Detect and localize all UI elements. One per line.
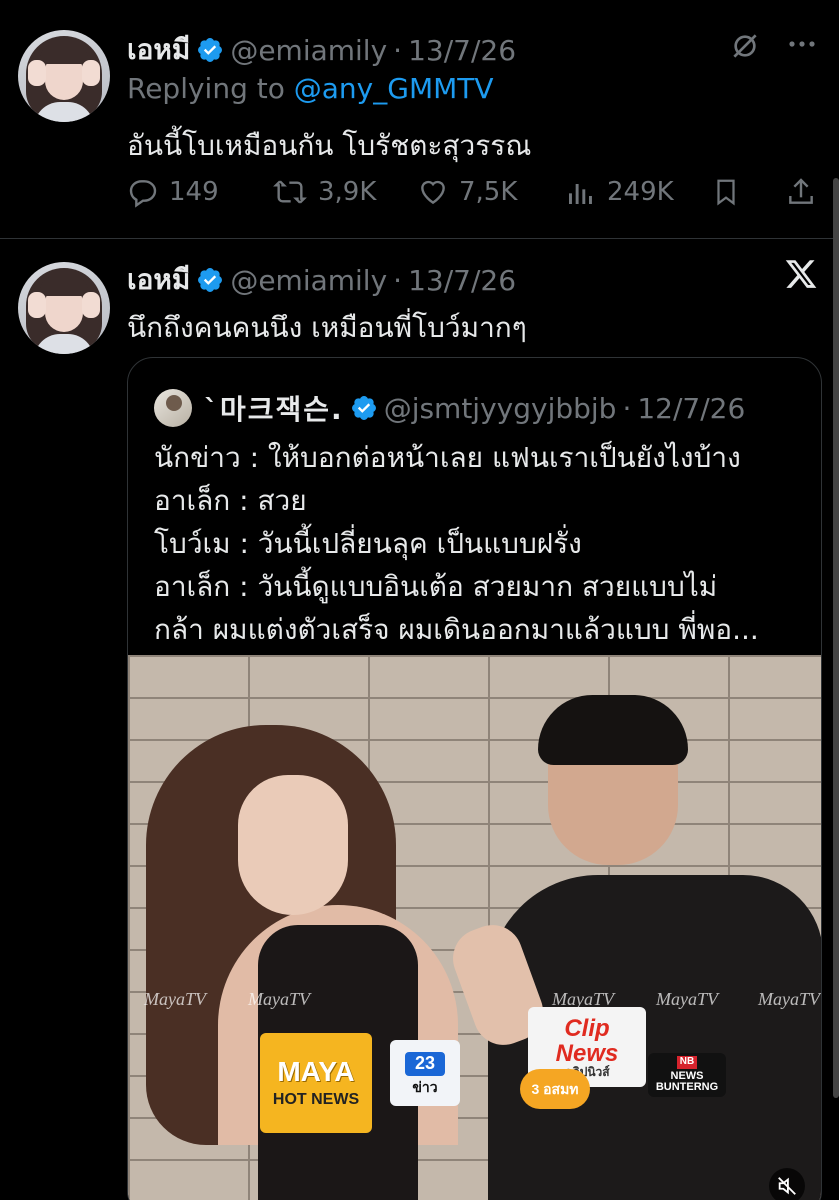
replying-prefix: Replying to <box>127 72 294 105</box>
grok-icon[interactable] <box>729 30 761 66</box>
views-icon <box>569 184 592 204</box>
quote-text: นักข่าว : ให้บอกต่อหน้าเลย แฟนเราเป็นยัง… <box>154 436 759 651</box>
tweet-text: นึกถึงคนคนนึง เหมือนพี่โบว์มากๆ <box>127 311 527 344</box>
mic-maya-label: HOT NEWS <box>272 1091 360 1109</box>
watermark: MayaTV <box>144 989 206 1009</box>
verified-badge-icon <box>350 394 378 422</box>
reply-button[interactable]: 149 <box>127 176 219 208</box>
separator: · <box>622 391 632 425</box>
mic-maya-logo: MAYA <box>277 1055 355 1087</box>
views-count: 249K <box>607 177 674 207</box>
heart-icon <box>421 180 445 205</box>
muted-speaker-icon <box>778 1177 796 1195</box>
mic-flag-23: 23 ข่าว <box>390 1040 460 1106</box>
quote-line: อาเล็ก : สวย <box>154 484 307 517</box>
mic-flag-ch3: 3 อสมท <box>520 1069 590 1109</box>
verified-badge-icon <box>196 36 224 64</box>
bookmark-button[interactable] <box>711 176 741 208</box>
quote-line: อาเล็ก : วันนี้ดูแบบอินเต้อ สวยมาก สวยแบ… <box>154 570 718 603</box>
photo-woman-face <box>238 775 348 915</box>
reply-icon <box>129 180 157 208</box>
mic-clip-mid: News <box>555 1039 619 1067</box>
watermark: MayaTV <box>656 989 718 1009</box>
replying-to: Replying to @any_GMMTV <box>127 72 494 105</box>
views-button[interactable]: 249K <box>565 176 674 208</box>
repost-icon <box>273 180 307 204</box>
tweet-header: เอหมี @emiamily · 13/7/26 <box>127 28 516 72</box>
quote-header: `마크잭슨. @jsmtjyygyjbbjb · 12/7/26 <box>154 388 745 428</box>
quote-handle[interactable]: @jsmtjyygyjbbjb <box>384 392 617 425</box>
tweet-date[interactable]: 13/7/26 <box>408 264 516 297</box>
tweet-header: เอหมี @emiamily · 13/7/26 <box>127 258 516 302</box>
quote-display-name[interactable]: `마크잭슨. <box>204 388 344 428</box>
quote-line: นักข่าว : ให้บอกต่อหน้าเลย แฟนเราเป็นยัง… <box>154 441 741 474</box>
verified-badge-icon <box>196 266 224 294</box>
quoted-tweet[interactable]: `마크잭슨. @jsmtjyygyjbbjb · 12/7/26 นักข่าว… <box>127 357 822 1200</box>
mic-nb-text: NEWS BUNTERNG <box>655 1069 719 1094</box>
tweet-text: อันนี้โบเหมือนกัน โบรัชตะสุวรรณ <box>127 129 532 162</box>
mention-link[interactable]: @any_GMMTV <box>294 72 494 105</box>
tweet-date[interactable]: 13/7/26 <box>408 34 516 67</box>
action-bar: 149 3,9K 7,5K 249K <box>127 170 827 218</box>
like-count: 7,5K <box>459 177 518 207</box>
reply-tweet: เอหมี @emiamily · 13/7/26 Replying to @a… <box>0 0 839 238</box>
quote-video[interactable]: MayaTV MayaTV MayaTV MayaTV MayaTV MAYA … <box>128 655 821 1200</box>
reply-count: 149 <box>169 177 219 207</box>
quote-line: โบว์เม : วันนี้เปลี่ยนลุค เป็นแบบฝรั่ง <box>154 527 582 560</box>
mute-button[interactable] <box>769 1168 805 1200</box>
more-options-icon[interactable] <box>787 34 817 53</box>
quote-avatar[interactable] <box>154 389 192 427</box>
mic-clip-top: Clip <box>564 1014 610 1042</box>
display-name[interactable]: เอหมี <box>127 28 190 72</box>
repost-count: 3,9K <box>318 177 377 207</box>
mic-flag-nb: NB NEWS BUNTERNG <box>648 1053 726 1097</box>
mic-23-number: 23 <box>405 1051 445 1076</box>
repost-button[interactable]: 3,9K <box>272 176 376 208</box>
avatar[interactable] <box>18 30 110 122</box>
photo-man-hair <box>538 695 688 765</box>
avatar[interactable] <box>18 262 110 354</box>
share-button[interactable] <box>785 176 817 208</box>
bookmark-icon <box>717 179 735 206</box>
share-icon <box>789 178 813 204</box>
quote-line: กล้า ผมแต่งตัวเสร็จ ผมเดินออกมาแล้วแบบ พ… <box>154 613 759 646</box>
mic-nb-tag: NB <box>676 1056 698 1069</box>
display-name[interactable]: เอหมี <box>127 258 190 302</box>
separator: · <box>393 263 403 297</box>
x-logo-icon <box>783 257 819 295</box>
watermark: MayaTV <box>758 989 820 1009</box>
user-handle[interactable]: @emiamily <box>230 264 387 297</box>
user-handle[interactable]: @emiamily <box>230 34 387 67</box>
mic-flag-maya: MAYA HOT NEWS <box>260 1033 372 1133</box>
quote-date[interactable]: 12/7/26 <box>637 392 745 425</box>
separator: · <box>393 33 403 67</box>
mic-23-label: ข่าว <box>412 1078 438 1095</box>
like-button[interactable]: 7,5K <box>417 176 517 208</box>
watermark: MayaTV <box>248 989 310 1009</box>
